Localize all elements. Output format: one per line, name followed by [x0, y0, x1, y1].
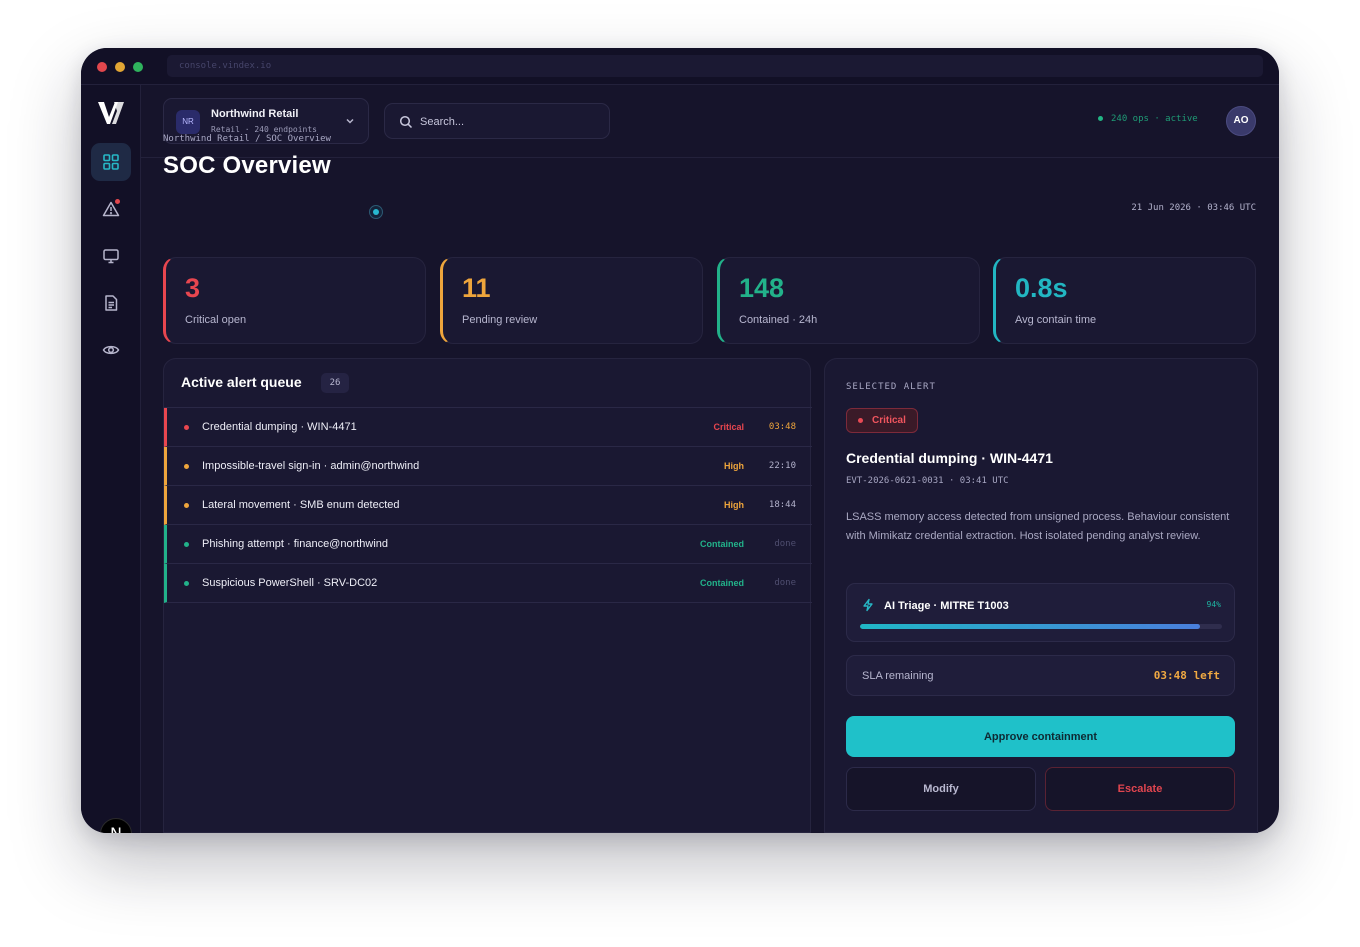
alert-title: Impossible-travel sign-in · admin@northw…	[202, 460, 420, 472]
sla-label: SLA remaining	[862, 670, 934, 682]
top-header: NR Northwind Retail Retail · 240 endpoin…	[141, 85, 1279, 158]
status-dot	[1098, 116, 1103, 121]
selected-alert-panel: SELECTED ALERT Critical Credential dumpi…	[824, 358, 1258, 833]
alert-title: Credential dumping · WIN-4471	[202, 421, 357, 433]
chevron-down-icon	[346, 118, 354, 124]
nav-endpoints[interactable]	[91, 237, 131, 275]
confidence-bar	[860, 624, 1222, 629]
stat-value: 3	[185, 273, 201, 303]
severity-dot	[184, 581, 189, 586]
alert-time: done	[774, 539, 796, 549]
alert-row[interactable]: Phishing attempt · finance@northwind Con…	[164, 525, 812, 564]
modify-button[interactable]: Modify	[846, 767, 1036, 811]
stat-card-contained[interactable]: 148 Contained · 24h	[717, 257, 980, 344]
document-icon	[105, 295, 118, 311]
triage-label: AI Triage · MITRE T1003	[884, 600, 1009, 612]
title-bar: console.vindex.io	[81, 48, 1279, 85]
monitor-icon	[103, 249, 119, 264]
stat-value: 11	[462, 273, 491, 303]
panel-eyebrow: SELECTED ALERT	[846, 382, 936, 392]
search-input[interactable]	[420, 112, 600, 132]
nav-dashboard[interactable]	[91, 143, 131, 181]
alert-row[interactable]: Impossible-travel sign-in · admin@northw…	[164, 447, 812, 486]
stat-label: Contained · 24h	[739, 314, 818, 326]
nextjs-devtools-button[interactable]: N	[100, 818, 132, 833]
queue-count-badge: 26	[321, 373, 349, 393]
maximize-window-button[interactable]	[133, 62, 143, 72]
alert-time: 22:10	[768, 461, 796, 471]
alert-severity: High	[724, 461, 744, 471]
current-datetime: 21 Jun 2026 · 03:46 UTC	[1131, 203, 1256, 213]
stat-label: Pending review	[462, 314, 538, 326]
sla-card: SLA remaining 03:48 left	[846, 655, 1235, 696]
stat-card-pending[interactable]: 11 Pending review	[440, 257, 703, 344]
severity-dot	[184, 503, 189, 508]
live-indicator	[369, 205, 383, 219]
alert-severity: Critical	[713, 422, 744, 432]
address-bar[interactable]: console.vindex.io	[167, 55, 1263, 77]
grid-icon	[103, 154, 119, 170]
alert-severity: High	[724, 500, 744, 510]
search-icon	[399, 115, 413, 129]
page-title: SOC Overview	[163, 152, 331, 179]
stat-value: 148	[739, 273, 785, 303]
breadcrumb: Northwind Retail / SOC Overview	[163, 134, 331, 144]
stat-value: 0.8s	[1015, 273, 1068, 303]
alert-queue-panel: Active alert queue 26 Credential dumping…	[163, 358, 812, 833]
approve-containment-button[interactable]: Approve containment	[846, 716, 1235, 757]
alert-list: Credential dumping · WIN-4471 Critical 0…	[164, 407, 812, 603]
severity-badge: Critical	[846, 408, 918, 433]
nav-alerts[interactable]	[91, 190, 131, 228]
status-text: 240 ops · active	[1111, 114, 1198, 124]
org-subtitle: Retail · 240 endpoints	[211, 125, 317, 134]
alert-description: LSASS memory access detected from unsign…	[846, 511, 1230, 542]
search-box[interactable]	[384, 103, 610, 139]
sidebar: N	[81, 85, 141, 833]
org-avatar: NR	[176, 110, 200, 134]
alert-title: Credential dumping · WIN-4471	[846, 450, 1053, 466]
severity-dot	[184, 425, 189, 430]
alert-row[interactable]: Suspicious PowerShell · SRV-DC02 Contain…	[164, 564, 812, 603]
eye-icon	[102, 345, 120, 355]
alert-title: Lateral movement · SMB enum detected	[202, 499, 400, 511]
minimize-window-button[interactable]	[115, 62, 125, 72]
system-status: 240 ops · active	[1098, 114, 1198, 124]
stat-label: Avg contain time	[1015, 314, 1097, 326]
ai-triage-card: AI Triage · MITRE T1003 94%	[846, 583, 1235, 642]
user-avatar[interactable]: AO	[1226, 106, 1256, 136]
alert-time: 18:44	[768, 500, 796, 510]
stat-card-critical[interactable]: 3 Critical open	[163, 257, 426, 344]
triage-percent: 94%	[1206, 600, 1221, 609]
nav-watch[interactable]	[91, 331, 131, 369]
alert-row[interactable]: Lateral movement · SMB enum detected Hig…	[164, 486, 812, 525]
stat-label: Critical open	[185, 314, 247, 326]
alert-time: 03:48	[768, 422, 796, 432]
alert-title: Phishing attempt · finance@northwind	[202, 538, 389, 550]
sla-value: 03:48 left	[1153, 669, 1220, 682]
alert-severity: Contained	[700, 578, 744, 588]
escalate-button[interactable]: Escalate	[1045, 767, 1235, 811]
severity-dot	[184, 464, 189, 469]
confidence-bar-fill	[860, 624, 1201, 629]
org-name: Northwind Retail	[211, 108, 299, 120]
queue-title: Active alert queue	[181, 374, 302, 390]
lightning-icon	[863, 598, 873, 612]
stat-card-avg-contain[interactable]: 0.8s Avg contain time	[993, 257, 1256, 344]
close-window-button[interactable]	[97, 62, 107, 72]
alert-severity: Contained	[700, 539, 744, 549]
severity-dot	[184, 542, 189, 547]
alert-time: done	[774, 578, 796, 588]
nav-reports[interactable]	[91, 284, 131, 322]
alert-title: Suspicious PowerShell · SRV-DC02	[202, 577, 378, 589]
alert-row[interactable]: Credential dumping · WIN-4471 Critical 0…	[164, 408, 812, 447]
logo-icon	[98, 102, 124, 124]
event-id: EVT-2026-0621-0031 · 03:41 UTC	[846, 476, 1009, 486]
notification-badge	[115, 199, 120, 204]
